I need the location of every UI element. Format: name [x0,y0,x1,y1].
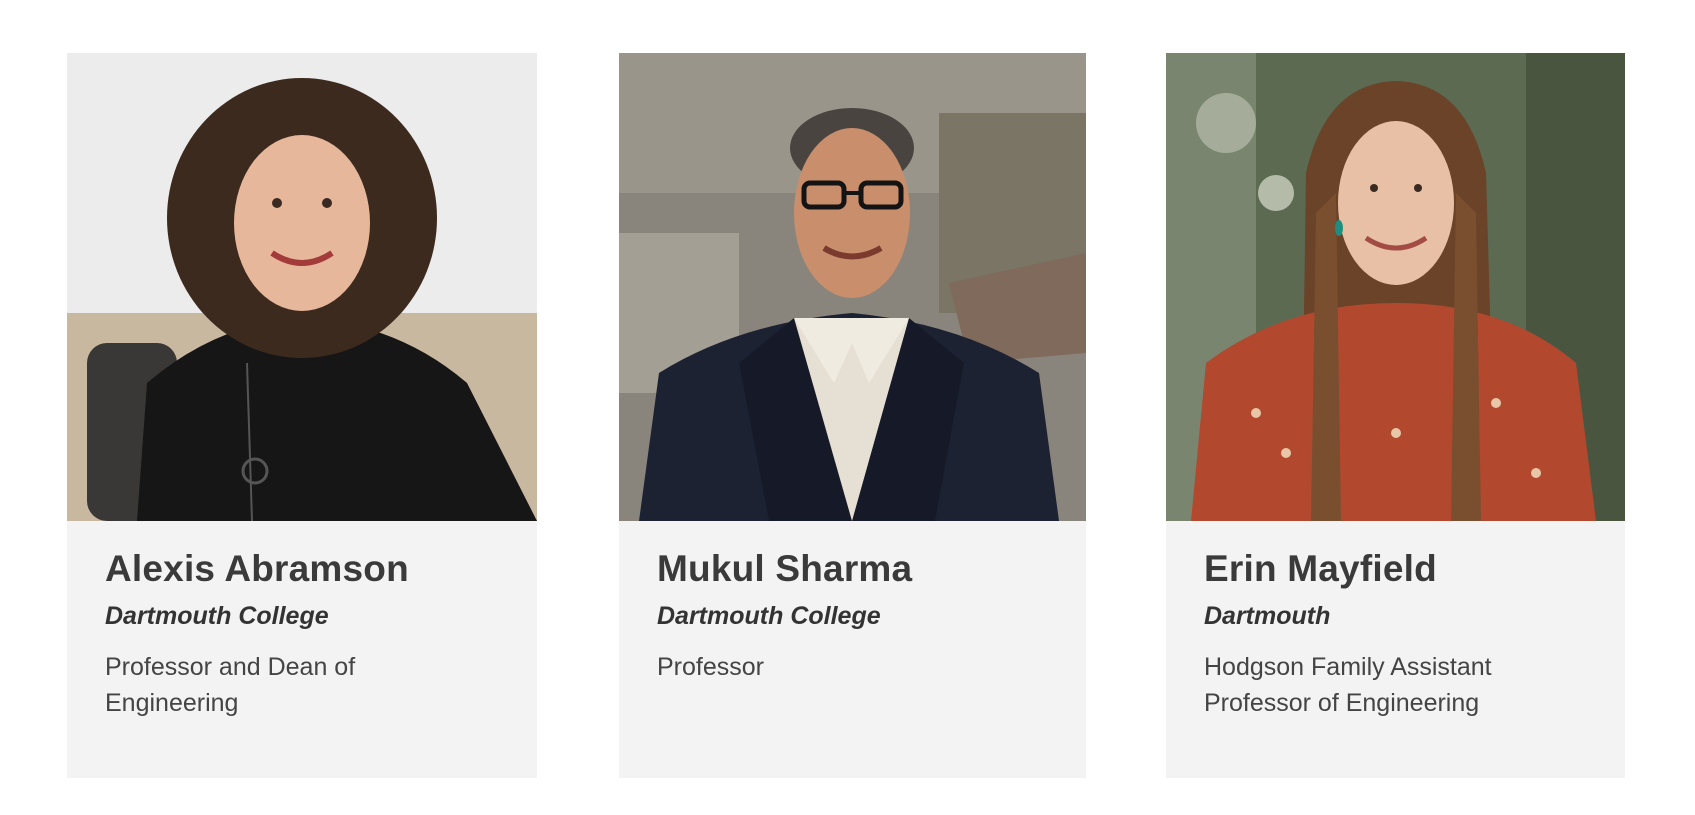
person-title: Hodgson Family Assistant Professor of En… [1204,653,1492,718]
person-card[interactable]: Erin Mayfield Dartmouth Hodgson Family A… [1166,53,1625,778]
person-title: Professor and Dean of Engineering [105,653,356,718]
person-organization: Dartmouth College [105,602,329,631]
portrait-photo [67,53,537,521]
person-organization: Dartmouth College [657,602,881,631]
person-name[interactable]: Erin Mayfield [1204,547,1587,591]
person-name[interactable]: Alexis Abramson [105,547,499,591]
person-card[interactable]: Alexis Abramson Dartmouth College Profes… [67,53,537,778]
portrait-photo [619,53,1086,521]
person-card[interactable]: Mukul Sharma Dartmouth College Professor [619,53,1086,778]
portrait-photo [1166,53,1625,521]
person-organization: Dartmouth [1204,602,1331,631]
person-name[interactable]: Mukul Sharma [657,547,1048,591]
person-title: Professor [657,653,764,682]
people-grid: Alexis Abramson Dartmouth College Profes… [0,0,1695,815]
